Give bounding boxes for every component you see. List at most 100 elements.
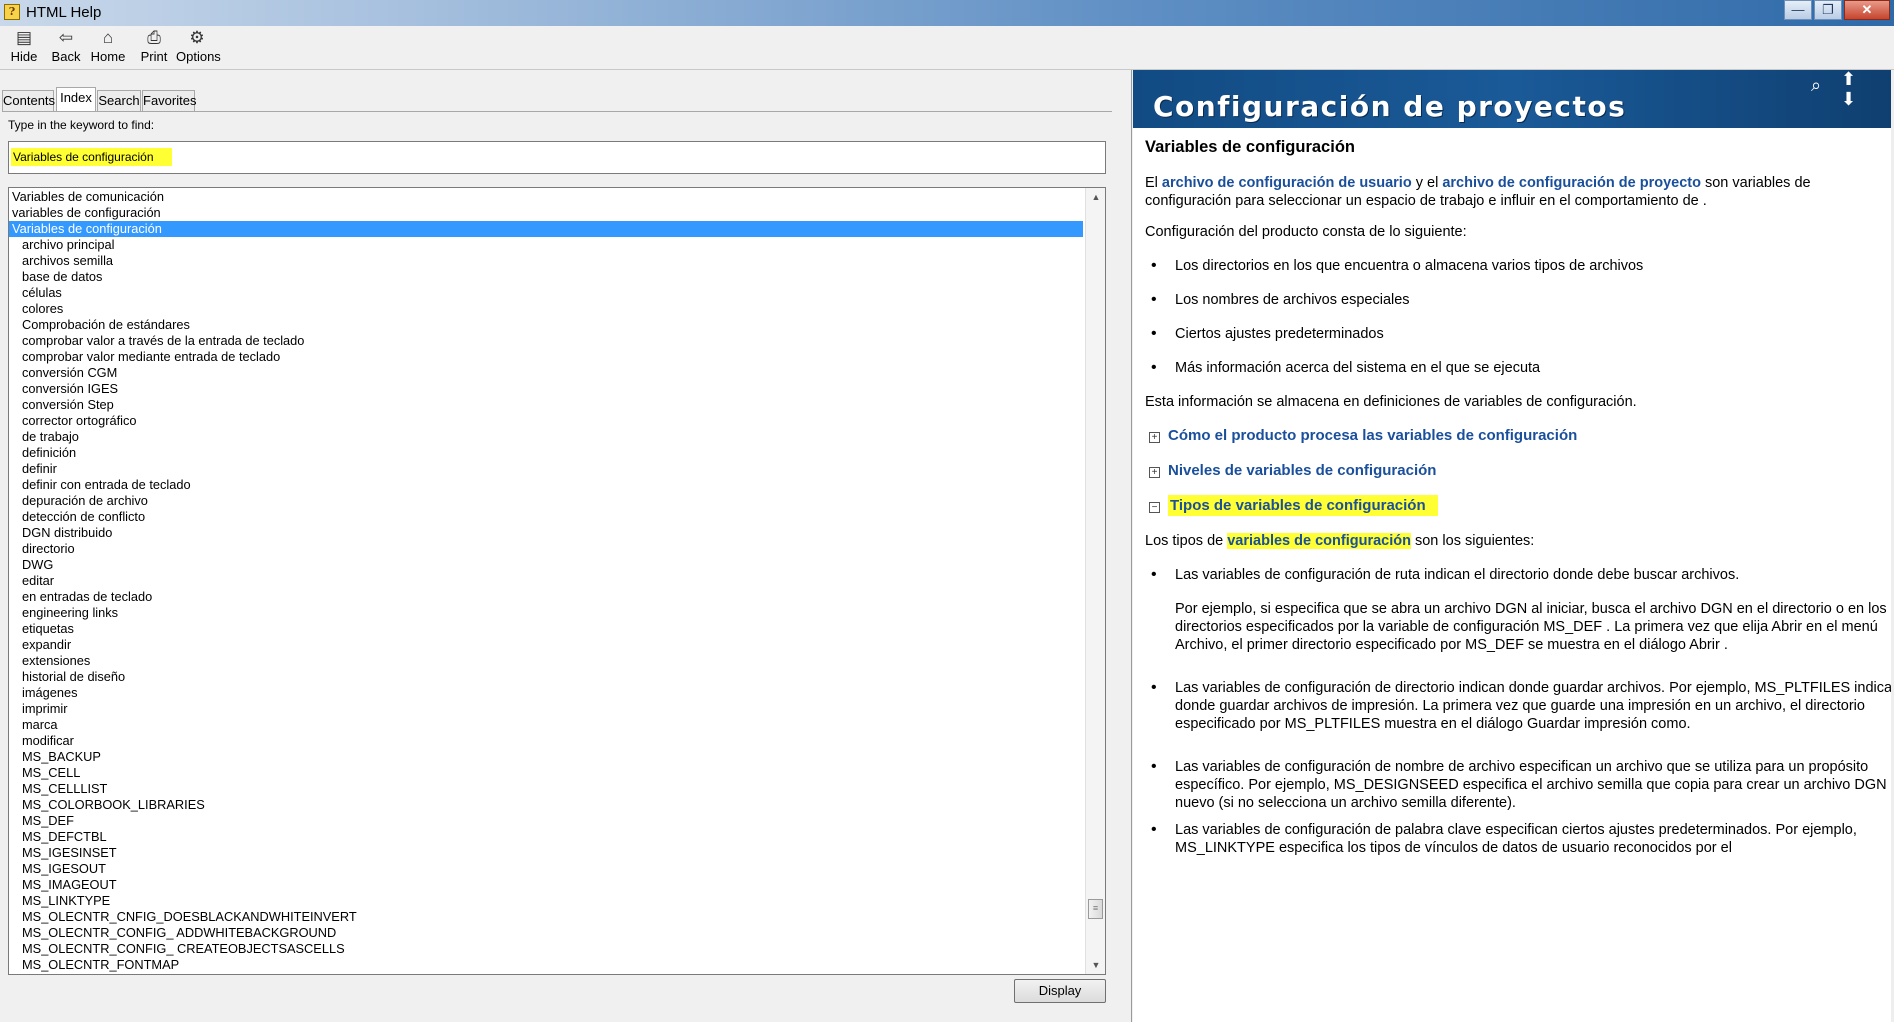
- list-item[interactable]: DWG: [9, 557, 1083, 573]
- tab-index[interactable]: Index: [56, 87, 96, 111]
- list-item[interactable]: definir: [9, 461, 1083, 477]
- list-item[interactable]: MS_COLORBOOK_LIBRARIES: [9, 797, 1083, 813]
- list-item[interactable]: MS_OLECNTR_FONTMAP: [9, 957, 1083, 973]
- list-item[interactable]: MS_OLECNTR_CONFIG_ CREATEOBJECTSASCELLS: [9, 941, 1083, 957]
- list-item[interactable]: imprimir: [9, 701, 1083, 717]
- list-item[interactable]: marca: [9, 717, 1083, 733]
- list-item[interactable]: definir con entrada de teclado: [9, 477, 1083, 493]
- down-arrow-icon[interactable]: ⬇: [1841, 90, 1856, 108]
- list-item: Ciertos ajustes predeterminados: [1151, 325, 1893, 343]
- stored-paragraph: Esta información se almacena en definici…: [1145, 394, 1637, 410]
- list-item[interactable]: directorio: [9, 541, 1083, 557]
- list-item[interactable]: editar: [9, 573, 1083, 589]
- list-item[interactable]: MS_IGESOUT: [9, 861, 1083, 877]
- list-item[interactable]: historial de diseño: [9, 669, 1083, 685]
- keyword-input[interactable]: Variables de configuración: [8, 141, 1106, 174]
- list-item[interactable]: comprobar valor a través de la entrada d…: [9, 333, 1083, 349]
- close-button[interactable]: ✕: [1844, 0, 1890, 20]
- list-item[interactable]: base de datos: [9, 269, 1083, 285]
- expander-levels[interactable]: + Niveles de variables de configuración: [1149, 462, 1436, 480]
- search-topic-icon[interactable]: ⌕: [1811, 76, 1821, 94]
- scroll-down-icon[interactable]: ▼: [1086, 956, 1105, 974]
- home-button[interactable]: ⌂ Home: [88, 28, 128, 68]
- list-item[interactable]: imágenes: [9, 685, 1083, 701]
- list-item[interactable]: definición: [9, 445, 1083, 461]
- scrollbar-thumb[interactable]: ≡: [1088, 899, 1103, 919]
- maximize-button[interactable]: ❐: [1814, 0, 1842, 20]
- user-config-link[interactable]: archivo de configuración de usuario: [1162, 175, 1412, 191]
- index-list-items: Variables de comunicación variables de co…: [9, 189, 1083, 973]
- list-item[interactable]: MS_LINKTYPE: [9, 893, 1083, 909]
- options-button[interactable]: ⚙ Options: [176, 28, 221, 68]
- tab-contents[interactable]: Contents: [2, 90, 55, 111]
- expander-process[interactable]: + Cómo el producto procesa las variables …: [1149, 427, 1577, 445]
- list-item[interactable]: Variables de configuración: [9, 221, 1083, 237]
- options-icon: ⚙: [189, 28, 205, 47]
- help-app-icon: ?: [4, 4, 20, 20]
- list-item[interactable]: colores: [9, 301, 1083, 317]
- list-item[interactable]: conversión IGES: [9, 381, 1083, 397]
- pane-splitter[interactable]: [1120, 70, 1132, 1022]
- list-item[interactable]: MS_IGESINSET: [9, 845, 1083, 861]
- printer-icon: ⎙: [147, 28, 161, 47]
- list-item: Las variables de configuración de direct…: [1151, 679, 1893, 733]
- plus-icon: +: [1149, 467, 1160, 478]
- list-item[interactable]: de trabajo: [9, 429, 1083, 445]
- topic-heading: Variables de configuración: [1145, 138, 1355, 156]
- list-item[interactable]: MS_CELLLIST: [9, 781, 1083, 797]
- consists-paragraph: Configuración del producto consta de lo …: [1145, 224, 1467, 240]
- hide-button[interactable]: ▤ Hide: [6, 28, 42, 68]
- list-item[interactable]: modificar: [9, 733, 1083, 749]
- minimize-button[interactable]: —: [1784, 0, 1812, 20]
- list-item[interactable]: MS_DEFCTBL: [9, 829, 1083, 845]
- config-variables-link[interactable]: variables de configuración: [1227, 533, 1411, 549]
- tab-favorites[interactable]: Favorites: [142, 90, 196, 111]
- list-item[interactable]: conversión Step: [9, 397, 1083, 413]
- list-item[interactable]: MS_OLECNTR_CNFIG_DOESBLACKANDWHITEINVERT: [9, 909, 1083, 925]
- list-item[interactable]: MS_DEF: [9, 813, 1083, 829]
- list-item[interactable]: MS_IMAGEOUT: [9, 877, 1083, 893]
- print-button[interactable]: ⎙ Print: [136, 28, 172, 68]
- tab-search[interactable]: Search: [97, 90, 141, 111]
- list-item[interactable]: conversión CGM: [9, 365, 1083, 381]
- up-arrow-icon[interactable]: ⬆: [1841, 70, 1856, 88]
- list-item[interactable]: MS_OLECNTR_CONFIG_ ADDWHITEBACKGROUND: [9, 925, 1083, 941]
- list-item: Las variables de configuración de palabr…: [1151, 821, 1893, 857]
- list-item[interactable]: expandir: [9, 637, 1083, 653]
- list-item[interactable]: Variables de comunicación: [9, 189, 1083, 205]
- list-item[interactable]: depuración de archivo: [9, 493, 1083, 509]
- list-item[interactable]: variables de configuración: [9, 205, 1083, 221]
- list-item: Más información acerca del sistema en el…: [1151, 359, 1893, 377]
- back-button[interactable]: ⇦ Back: [48, 28, 84, 68]
- list-item[interactable]: MS_BACKUP: [9, 749, 1083, 765]
- list-item[interactable]: en entradas de teclado: [9, 589, 1083, 605]
- index-list-scrollbar[interactable]: ▲ ≡ ▼: [1085, 188, 1105, 974]
- expander-types[interactable]: − Tipos de variables de configuración: [1149, 495, 1438, 516]
- list-item[interactable]: archivos semilla: [9, 253, 1083, 269]
- scroll-up-icon[interactable]: ▲: [1086, 188, 1105, 206]
- toolbar: ▤ Hide ⇦ Back ⌂ Home ⎙ Print ⚙ Options: [0, 26, 1894, 70]
- display-button[interactable]: Display: [1014, 979, 1106, 1003]
- list-item[interactable]: corrector ortográfico: [9, 413, 1083, 429]
- back-arrow-icon: ⇦: [58, 28, 74, 47]
- list-item[interactable]: Comprobación de estándares: [9, 317, 1083, 333]
- navigation-pane: Contents Index Search Favorites Type in …: [0, 70, 1120, 1022]
- banner-title: Configuración de proyectos: [1153, 90, 1627, 123]
- list-item[interactable]: DGN distribuido: [9, 525, 1083, 541]
- topic-banner: Configuración de proyectos ⌕ ⬆ ⬇: [1133, 70, 1894, 128]
- list-item[interactable]: extensiones: [9, 653, 1083, 669]
- project-config-link[interactable]: archivo de configuración de proyecto: [1442, 175, 1701, 191]
- list-item[interactable]: detección de conflicto: [9, 509, 1083, 525]
- list-item[interactable]: archivo principal: [9, 237, 1083, 253]
- list-item[interactable]: etiquetas: [9, 621, 1083, 637]
- list-item: Los nombres de archivos especiales: [1151, 291, 1893, 309]
- list-item[interactable]: MS_CELL: [9, 765, 1083, 781]
- list-item[interactable]: engineering links: [9, 605, 1083, 621]
- example-paragraph: Por ejemplo, si especifica que se abra u…: [1175, 601, 1887, 653]
- list-item[interactable]: células: [9, 285, 1083, 301]
- list-item: Las variables de configuración de ruta i…: [1151, 566, 1893, 584]
- list-item[interactable]: comprobar valor mediante entrada de tecl…: [9, 349, 1083, 365]
- plus-icon: +: [1149, 432, 1160, 443]
- types-paragraph: Los tipos de variables de configuración …: [1145, 533, 1535, 549]
- index-list[interactable]: Variables de comunicación variables de co…: [8, 187, 1106, 975]
